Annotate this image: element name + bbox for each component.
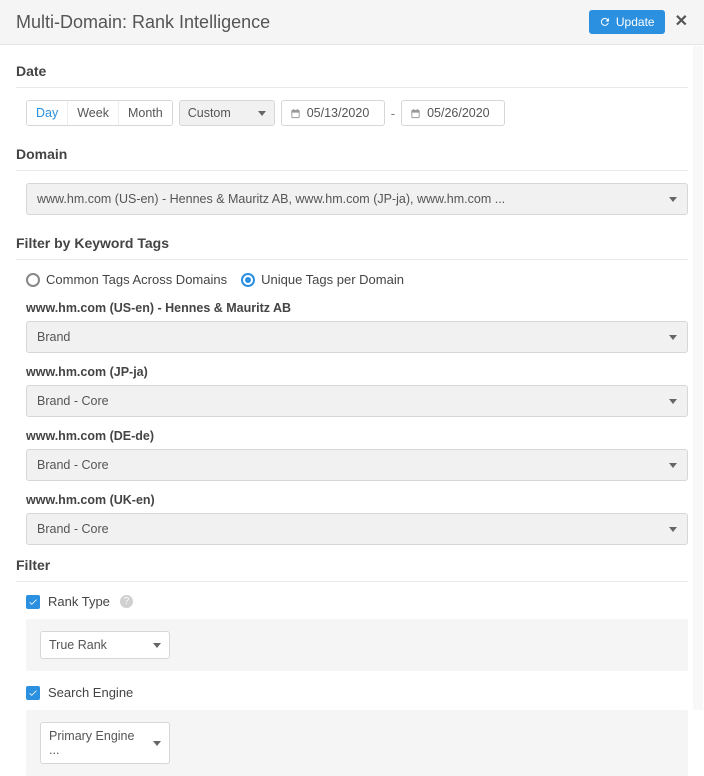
radio-label: Unique Tags per Domain xyxy=(261,272,404,287)
date-controls: Day Week Month Custom 05/13/2020 - 05/26… xyxy=(16,100,688,126)
search-engine-label: Search Engine xyxy=(48,685,133,700)
tag-select-value: Brand - Core xyxy=(37,522,109,536)
rank-type-label: Rank Type xyxy=(48,594,110,609)
rank-type-body: True Rank xyxy=(26,619,688,671)
help-icon[interactable]: ? xyxy=(120,595,133,608)
tag-row: www.hm.com (UK-en) Brand - Core xyxy=(26,493,688,545)
chevron-down-icon xyxy=(669,335,677,340)
domain-select[interactable]: www.hm.com (US-en) - Hennes & Mauritz AB… xyxy=(26,183,688,215)
tag-domain-label: www.hm.com (DE-de) xyxy=(26,429,688,443)
rank-type-value: True Rank xyxy=(49,638,107,652)
tag-domain-label: www.hm.com (UK-en) xyxy=(26,493,688,507)
date-from-value: 05/13/2020 xyxy=(307,106,370,120)
tag-select-value: Brand xyxy=(37,330,70,344)
divider xyxy=(16,170,688,171)
page-title: Multi-Domain: Rank Intelligence xyxy=(16,12,270,33)
chevron-down-icon xyxy=(669,399,677,404)
tag-rows: www.hm.com (US-en) - Hennes & Mauritz AB… xyxy=(16,301,688,545)
radio-unique-tags[interactable]: Unique Tags per Domain xyxy=(241,272,404,287)
granularity-month[interactable]: Month xyxy=(119,101,172,125)
header-actions: Update ✕ xyxy=(589,10,688,34)
divider xyxy=(16,581,688,582)
chevron-down-icon xyxy=(669,463,677,468)
divider xyxy=(16,87,688,88)
radio-common-tags[interactable]: Common Tags Across Domains xyxy=(26,272,227,287)
date-section-label: Date xyxy=(16,63,688,79)
tag-row: www.hm.com (JP-ja) Brand - Core xyxy=(26,365,688,417)
close-icon[interactable]: ✕ xyxy=(675,14,688,30)
custom-range-label: Custom xyxy=(188,106,231,120)
search-engine-value: Primary Engine ... xyxy=(49,729,145,757)
modal-header: Multi-Domain: Rank Intelligence Update ✕ xyxy=(0,0,704,45)
date-from-input[interactable]: 05/13/2020 xyxy=(281,100,385,126)
tag-select-value: Brand - Core xyxy=(37,394,109,408)
tag-row: www.hm.com (US-en) - Hennes & Mauritz AB… xyxy=(26,301,688,353)
refresh-icon xyxy=(599,16,611,28)
granularity-day[interactable]: Day xyxy=(27,101,68,125)
custom-range-select[interactable]: Custom xyxy=(179,100,275,126)
tag-select[interactable]: Brand - Core xyxy=(26,449,688,481)
rank-type-select[interactable]: True Rank xyxy=(40,631,170,659)
chevron-down-icon xyxy=(669,527,677,532)
tag-select[interactable]: Brand - Core xyxy=(26,385,688,417)
filter-search-engine: Search Engine Primary Engine ... xyxy=(26,685,688,776)
chevron-down-icon xyxy=(153,643,161,648)
search-engine-select[interactable]: Primary Engine ... xyxy=(40,722,170,764)
chevron-down-icon xyxy=(258,111,266,116)
calendar-icon xyxy=(410,108,421,119)
tag-select-value: Brand - Core xyxy=(37,458,109,472)
rank-type-checkbox[interactable] xyxy=(26,595,40,609)
date-to-value: 05/26/2020 xyxy=(427,106,490,120)
filter-section-label: Filter xyxy=(16,557,688,573)
divider xyxy=(16,259,688,260)
rank-type-header: Rank Type ? xyxy=(26,594,688,609)
tag-domain-label: www.hm.com (JP-ja) xyxy=(26,365,688,379)
calendar-icon xyxy=(290,108,301,119)
date-to-input[interactable]: 05/26/2020 xyxy=(401,100,505,126)
radio-icon xyxy=(241,273,255,287)
keyword-tags-section-label: Filter by Keyword Tags xyxy=(16,235,688,251)
chevron-down-icon xyxy=(153,741,161,746)
domain-section-label: Domain xyxy=(16,146,688,162)
check-icon xyxy=(28,688,38,698)
filter-rank-type: Rank Type ? True Rank xyxy=(26,594,688,671)
date-range-separator: - xyxy=(391,106,395,121)
granularity-week[interactable]: Week xyxy=(68,101,119,125)
granularity-toggle: Day Week Month xyxy=(26,100,173,126)
tag-mode-radiogroup: Common Tags Across Domains Unique Tags p… xyxy=(26,272,688,287)
check-icon xyxy=(28,597,38,607)
tag-row: www.hm.com (DE-de) Brand - Core xyxy=(26,429,688,481)
radio-icon xyxy=(26,273,40,287)
search-engine-header: Search Engine xyxy=(26,685,688,700)
search-engine-body: Primary Engine ... xyxy=(26,710,688,776)
tag-select[interactable]: Brand xyxy=(26,321,688,353)
chevron-down-icon xyxy=(669,197,677,202)
search-engine-checkbox[interactable] xyxy=(26,686,40,700)
tag-select[interactable]: Brand - Core xyxy=(26,513,688,545)
domain-select-value: www.hm.com (US-en) - Hennes & Mauritz AB… xyxy=(37,192,505,206)
modal-body: Date Day Week Month Custom 05/13/2020 - … xyxy=(0,45,704,776)
tag-domain-label: www.hm.com (US-en) - Hennes & Mauritz AB xyxy=(26,301,688,315)
update-button-label: Update xyxy=(616,15,655,29)
update-button[interactable]: Update xyxy=(589,10,665,34)
radio-label: Common Tags Across Domains xyxy=(46,272,227,287)
